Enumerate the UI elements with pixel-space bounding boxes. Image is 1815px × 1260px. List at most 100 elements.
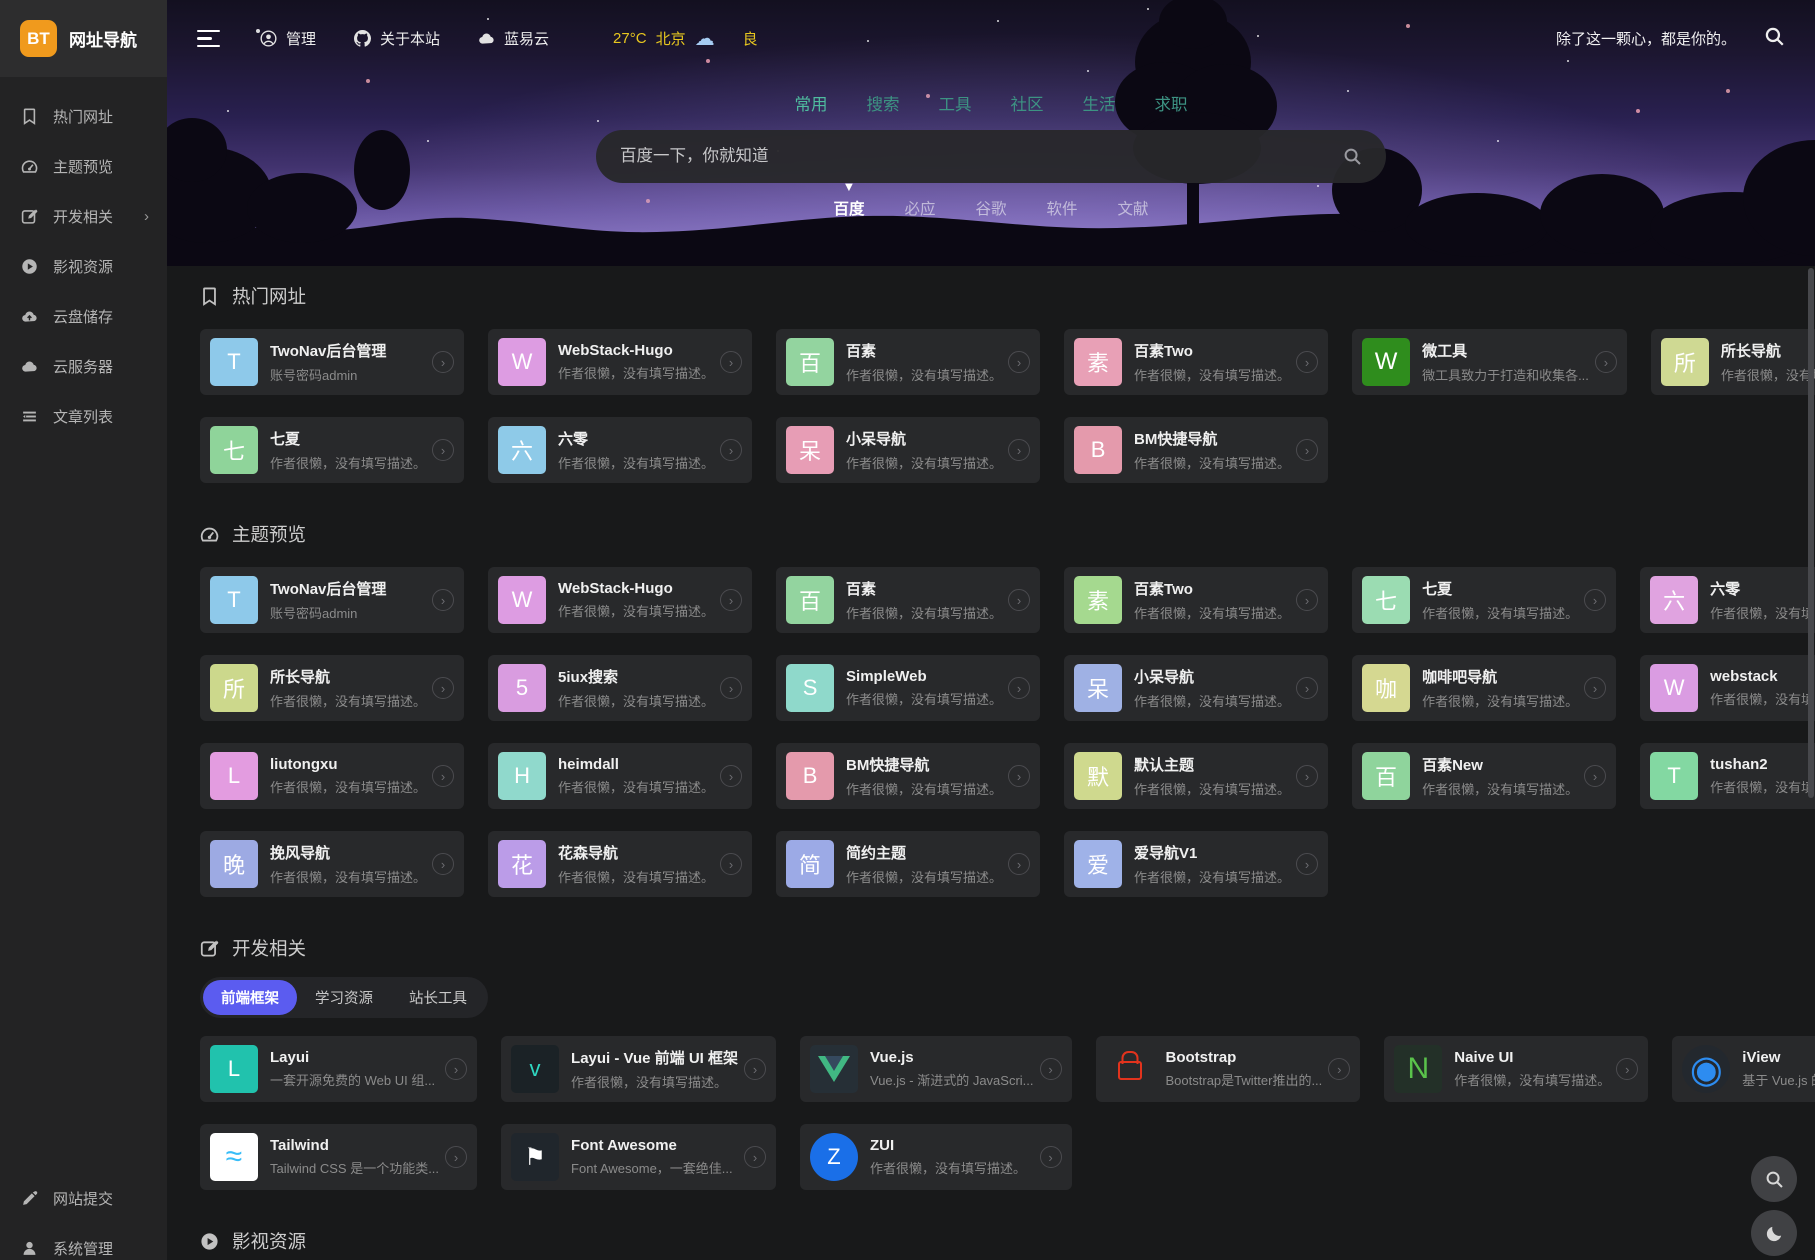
site-card[interactable]: ⚑ Font Awesome Font Awesome，一套绝佳... ›	[501, 1124, 776, 1190]
arrow-right-icon[interactable]: ›	[1296, 589, 1318, 611]
site-card[interactable]: L liutongxu 作者很懒，没有填写描述。 ›	[200, 743, 464, 809]
site-card[interactable]: 百 百素New 作者很懒，没有填写描述。 ›	[1352, 743, 1616, 809]
site-card[interactable]: 晚 挽风导航 作者很懒，没有填写描述。 ›	[200, 831, 464, 897]
search-engine-tab[interactable]: 必应	[904, 197, 935, 219]
site-card[interactable]: 七 七夏 作者很懒，没有填写描述。 ›	[1352, 567, 1616, 633]
search-input[interactable]	[620, 147, 1343, 166]
site-card[interactable]: 七 七夏 作者很懒，没有填写描述。 ›	[200, 417, 464, 483]
arrow-right-icon[interactable]: ›	[432, 677, 454, 699]
search-engine-tab[interactable]: 谷歌	[975, 197, 1006, 219]
site-card[interactable]: 所 所长导航 作者很懒，没有填写描述。 ›	[1651, 329, 1815, 395]
site-card[interactable]: 六 六零 作者很懒，没有填写描述。 ›	[1640, 567, 1815, 633]
site-card[interactable]: 呆 小呆导航 作者很懒，没有填写描述。 ›	[1064, 655, 1328, 721]
site-card[interactable]: v Layui - Vue 前端 UI 框架 作者很懒，没有填写描述。 ›	[501, 1036, 776, 1102]
arrow-right-icon[interactable]: ›	[1008, 351, 1030, 373]
site-card[interactable]: 百 百素 作者很懒，没有填写描述。 ›	[776, 329, 1040, 395]
section-tab[interactable]: 站长工具	[391, 980, 485, 1015]
sidebar-item-cloud-server[interactable]: 云服务器	[0, 341, 167, 391]
site-card[interactable]: Bootstrap Bootstrap是Twitter推出的... ›	[1096, 1036, 1361, 1102]
site-card[interactable]: 简 简约主题 作者很懒，没有填写描述。 ›	[776, 831, 1040, 897]
arrow-right-icon[interactable]: ›	[432, 439, 454, 461]
scrollbar-thumb[interactable]	[1808, 268, 1814, 798]
site-card[interactable]: Vue.js Vue.js - 渐进式的 JavaScri... ›	[800, 1036, 1072, 1102]
site-card[interactable]: T TwoNav后台管理 账号密码admin ›	[200, 567, 464, 633]
hero-category-tab[interactable]: 搜索	[867, 91, 900, 115]
arrow-right-icon[interactable]: ›	[1296, 853, 1318, 875]
arrow-right-icon[interactable]: ›	[445, 1146, 467, 1168]
sidebar-item-site-submit[interactable]: 网站提交	[0, 1173, 167, 1223]
arrow-right-icon[interactable]: ›	[720, 351, 742, 373]
arrow-right-icon[interactable]: ›	[1296, 677, 1318, 699]
site-card[interactable]: S SimpleWeb 作者很懒，没有填写描述。 ›	[776, 655, 1040, 721]
arrow-right-icon[interactable]: ›	[744, 1058, 766, 1080]
site-card[interactable]: 百 百素 作者很懒，没有填写描述。 ›	[776, 567, 1040, 633]
search-engine-tab[interactable]: 百度	[833, 197, 864, 219]
arrow-right-icon[interactable]: ›	[1008, 765, 1030, 787]
site-card[interactable]: H heimdall 作者很懒，没有填写描述。 ›	[488, 743, 752, 809]
arrow-right-icon[interactable]: ›	[1616, 1058, 1638, 1080]
arrow-right-icon[interactable]: ›	[744, 1146, 766, 1168]
arrow-right-icon[interactable]: ›	[445, 1058, 467, 1080]
arrow-right-icon[interactable]: ›	[720, 589, 742, 611]
site-card[interactable]: ◉ iView 基于 Vue.js 的 UI 组件库，... ›	[1672, 1036, 1815, 1102]
arrow-right-icon[interactable]: ›	[1595, 351, 1617, 373]
arrow-right-icon[interactable]: ›	[1296, 351, 1318, 373]
site-card[interactable]: B BM快捷导航 作者很懒，没有填写描述。 ›	[1064, 417, 1328, 483]
floating-dark-mode-button[interactable]	[1751, 1210, 1797, 1256]
arrow-right-icon[interactable]: ›	[1040, 1058, 1062, 1080]
site-card[interactable]: 5 5iux搜索 作者很懒，没有填写描述。 ›	[488, 655, 752, 721]
hero-category-tab[interactable]: 社区	[1011, 91, 1044, 115]
floating-search-button[interactable]	[1751, 1156, 1797, 1202]
arrow-right-icon[interactable]: ›	[1584, 677, 1606, 699]
header-search-button[interactable]	[1764, 26, 1785, 52]
arrow-right-icon[interactable]: ›	[1584, 589, 1606, 611]
site-card[interactable]: 花 花森导航 作者很懒，没有填写描述。 ›	[488, 831, 752, 897]
logo[interactable]: BT 网址导航	[0, 0, 167, 77]
site-card[interactable]: 素 百素Two 作者很懒，没有填写描述。 ›	[1064, 329, 1328, 395]
section-tab[interactable]: 学习资源	[297, 980, 391, 1015]
sidebar-item-video-resources[interactable]: 影视资源	[0, 241, 167, 291]
site-card[interactable]: 所 所长导航 作者很懒，没有填写描述。 ›	[200, 655, 464, 721]
arrow-right-icon[interactable]: ›	[1328, 1058, 1350, 1080]
search-box[interactable]	[596, 130, 1386, 183]
site-card[interactable]: 默 默认主题 作者很懒，没有填写描述。 ›	[1064, 743, 1328, 809]
arrow-right-icon[interactable]: ›	[1008, 439, 1030, 461]
arrow-right-icon[interactable]: ›	[1040, 1146, 1062, 1168]
header-menu-admin[interactable]: 管理	[260, 28, 316, 49]
site-card[interactable]: W 微工具 微工具致力于打造和收集各... ›	[1352, 329, 1627, 395]
search-engine-tab[interactable]: 软件	[1047, 197, 1078, 219]
sidebar-item-theme-preview[interactable]: 主题预览	[0, 141, 167, 191]
search-engine-tab[interactable]: 文献	[1118, 197, 1149, 219]
arrow-right-icon[interactable]: ›	[1296, 439, 1318, 461]
arrow-right-icon[interactable]: ›	[1008, 853, 1030, 875]
site-card[interactable]: B BM快捷导航 作者很懒，没有填写描述。 ›	[776, 743, 1040, 809]
site-card[interactable]: T TwoNav后台管理 账号密码admin ›	[200, 329, 464, 395]
arrow-right-icon[interactable]: ›	[720, 853, 742, 875]
arrow-right-icon[interactable]: ›	[720, 765, 742, 787]
site-card[interactable]: 爱 爱导航V1 作者很懒，没有填写描述。 ›	[1064, 831, 1328, 897]
site-card[interactable]: 咖 咖啡吧导航 作者很懒，没有填写描述。 ›	[1352, 655, 1616, 721]
site-card[interactable]: 素 百素Two 作者很懒，没有填写描述。 ›	[1064, 567, 1328, 633]
arrow-right-icon[interactable]: ›	[1008, 589, 1030, 611]
site-card[interactable]: L Layui 一套开源免费的 Web UI 组... ›	[200, 1036, 477, 1102]
site-card[interactable]: W WebStack-Hugo 作者很懒，没有填写描述。 ›	[488, 567, 752, 633]
arrow-right-icon[interactable]: ›	[720, 439, 742, 461]
sidebar-item-dev-related[interactable]: 开发相关 ›	[0, 191, 167, 241]
arrow-right-icon[interactable]: ›	[1296, 765, 1318, 787]
site-card[interactable]: 呆 小呆导航 作者很懒，没有填写描述。 ›	[776, 417, 1040, 483]
site-card[interactable]: Z ZUI 作者很懒，没有填写描述。 ›	[800, 1124, 1072, 1190]
header-menu-lanyiyun[interactable]: 蓝易云	[478, 28, 549, 49]
site-card[interactable]: W webstack 作者很懒，没有填写描述。 ›	[1640, 655, 1815, 721]
sidebar-item-system-admin[interactable]: 系统管理	[0, 1223, 167, 1260]
hero-category-tab[interactable]: 工具	[939, 91, 972, 115]
site-card[interactable]: 六 六零 作者很懒，没有填写描述。 ›	[488, 417, 752, 483]
sidebar-item-article-list[interactable]: 文章列表	[0, 391, 167, 441]
hamburger-menu-icon[interactable]	[197, 30, 220, 48]
section-tab[interactable]: 前端框架	[203, 980, 297, 1015]
site-card[interactable]: T tushan2 作者很懒，没有填写描述。 ›	[1640, 743, 1815, 809]
site-card[interactable]: ≈ Tailwind Tailwind CSS 是一个功能类... ›	[200, 1124, 477, 1190]
arrow-right-icon[interactable]: ›	[432, 765, 454, 787]
arrow-right-icon[interactable]: ›	[1008, 677, 1030, 699]
arrow-right-icon[interactable]: ›	[1584, 765, 1606, 787]
header-menu-about[interactable]: 关于本站	[354, 28, 440, 49]
